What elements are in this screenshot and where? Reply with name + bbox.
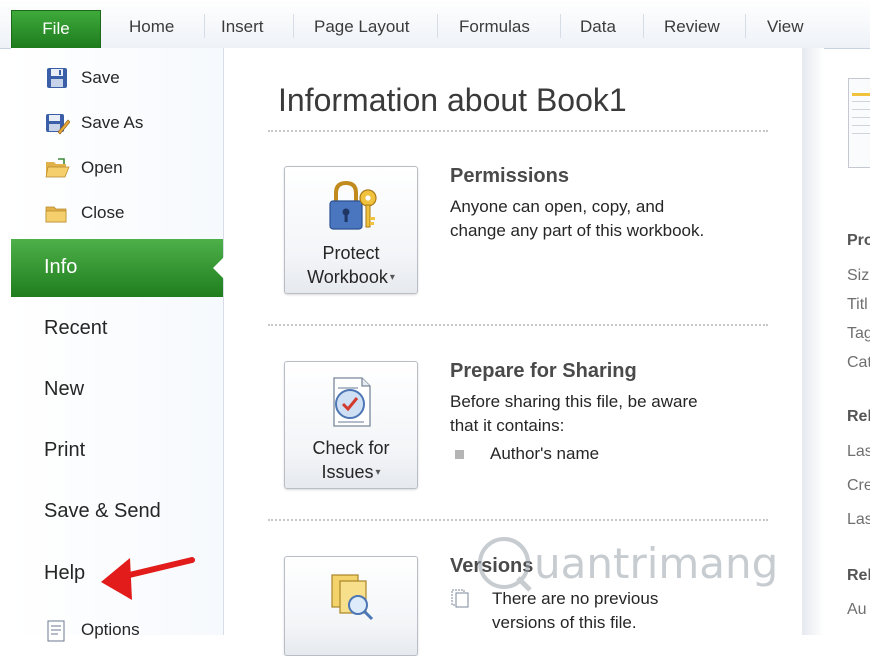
tab-formulas[interactable]: Formulas (459, 12, 530, 42)
tab-separator (204, 14, 205, 38)
tab-separator (643, 14, 644, 38)
manage-versions-button[interactable] (284, 556, 418, 656)
versions-info-icon (451, 589, 469, 608)
save-as-icon (46, 114, 70, 135)
property-categories: Cat (847, 354, 870, 371)
nav-new-label: New (44, 378, 85, 400)
page-title: Information about Book1 (278, 82, 627, 118)
dropdown-caret-icon: ▾ (375, 467, 381, 479)
nav-save-send[interactable]: Save & Send (11, 483, 223, 541)
properties-pane: Pro Siz Titl Tag Cat Rel Las Cre Las Rel… (824, 48, 870, 635)
tab-separator (560, 14, 561, 38)
lock-key-icon (329, 180, 377, 230)
nav-info-label: Info (44, 256, 78, 278)
permissions-text-2: change any part of this workbook. (450, 221, 705, 240)
versions-text-2: versions of this file. (492, 613, 637, 632)
options-label: Options (81, 620, 140, 639)
save-label: Save (81, 68, 120, 87)
versions-heading: Versions (450, 555, 534, 577)
tab-separator (745, 14, 746, 38)
save-icon (47, 68, 67, 88)
dropdown-caret-icon: ▾ (389, 272, 395, 284)
permissions-text-1: Anyone can open, copy, and (450, 197, 665, 216)
check-for-issues-button[interactable]: Check for Issues ▾ (284, 361, 418, 489)
nav-print-label: Print (44, 439, 86, 461)
tab-view[interactable]: View (767, 12, 804, 42)
property-tags: Tag (847, 325, 870, 342)
date-last-modified: Las (847, 443, 870, 460)
info-panel: Information about Book1 Protect Workbook… (224, 48, 802, 656)
related-people-heading: Rel (847, 567, 870, 584)
nav-help-label: Help (44, 562, 86, 584)
nav-new[interactable]: New (11, 361, 223, 419)
tab-page-layout[interactable]: Page Layout (314, 12, 409, 42)
nav-info[interactable]: Info (11, 239, 224, 297)
prepare-sharing-text-1: Before sharing this file, be aware (450, 392, 698, 411)
versions-documents-icon (331, 574, 374, 621)
prepare-sharing-heading: Prepare for Sharing (450, 360, 637, 382)
options-command[interactable]: Options (11, 610, 223, 650)
tab-home[interactable]: Home (129, 12, 174, 42)
check-for-issues-label-1: Check for (312, 438, 390, 458)
open-label: Open (81, 158, 123, 177)
protect-workbook-label-2: Workbook ▾ (307, 267, 395, 287)
active-notch (213, 257, 224, 279)
nav-print[interactable]: Print (11, 422, 223, 480)
save-command[interactable]: Save (11, 58, 223, 98)
nav-save-send-label: Save & Send (44, 500, 161, 522)
close-command[interactable]: Close (11, 193, 223, 233)
nav-recent[interactable]: Recent (11, 300, 223, 358)
tab-insert[interactable]: Insert (221, 12, 264, 42)
section-divider (268, 519, 768, 521)
related-dates-heading: Rel (847, 408, 870, 425)
property-title: Titl (847, 296, 868, 313)
section-divider (268, 130, 768, 132)
tab-separator (437, 14, 438, 38)
versions-text-1: There are no previous (492, 589, 659, 608)
close-label: Close (81, 203, 125, 222)
tab-data[interactable]: Data (580, 12, 616, 42)
tab-separator (293, 14, 294, 38)
properties-heading: Pro (847, 232, 870, 249)
people-author: Au (847, 601, 867, 618)
check-document-icon (333, 377, 371, 427)
tab-file[interactable]: File (11, 10, 101, 48)
bullet-square-icon (455, 450, 464, 459)
workbook-thumbnail (848, 78, 870, 168)
check-for-issues-label-2: Issues ▾ (321, 462, 381, 482)
pane-divider-shadow (802, 48, 824, 635)
permissions-heading: Permissions (450, 165, 569, 187)
open-folder-icon (45, 158, 70, 178)
open-command[interactable]: Open (11, 148, 223, 188)
section-divider (268, 324, 768, 326)
property-size: Siz (847, 267, 870, 284)
protect-workbook-button[interactable]: Protect Workbook ▾ (284, 166, 418, 294)
protect-workbook-label-1: Protect (322, 243, 380, 263)
red-arrow-annotation (101, 557, 195, 600)
date-last-printed: Las (847, 511, 870, 528)
save-as-label: Save As (81, 113, 144, 132)
ribbon-tab-bar: File Home Insert Page Layout Formulas Da… (0, 0, 870, 49)
tab-review[interactable]: Review (664, 12, 720, 42)
prepare-sharing-text-2: that it contains: (450, 416, 565, 435)
nav-recent-label: Recent (44, 317, 108, 339)
options-icon (47, 620, 65, 642)
save-as-command[interactable]: Save As (11, 103, 223, 143)
date-created: Cre (847, 477, 870, 494)
author-name-item: Author's name (490, 444, 600, 463)
close-folder-icon (45, 206, 67, 223)
